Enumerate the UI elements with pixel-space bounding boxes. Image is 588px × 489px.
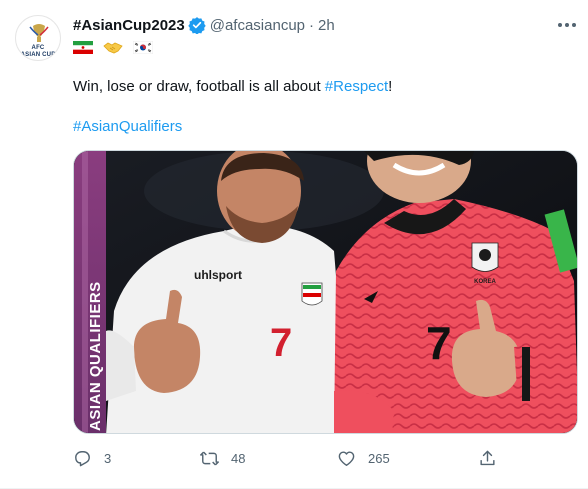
retweet-icon (200, 451, 219, 465)
tweet-text-end: ! (388, 78, 393, 95)
separator-dot: · (309, 16, 314, 34)
like-button[interactable]: 265 (337, 446, 390, 470)
right-crest-text: KOREA (474, 279, 496, 285)
tweet-timestamp[interactable]: 2h (318, 17, 335, 34)
avatar-label: AFC ASIAN CUP (20, 45, 56, 58)
reply-count: 3 (104, 450, 112, 466)
players-photo: ASIAN QUALIFIERS uhlsport 7 KOREA 7 (74, 151, 577, 433)
right-jersey-number: 7 (426, 317, 452, 369)
avatar[interactable]: AFC ASIAN CUP (15, 15, 61, 61)
south-korea-flag-icon (133, 40, 153, 54)
handshake-icon (103, 42, 123, 54)
tweet-photo[interactable]: ASIAN QUALIFIERS uhlsport 7 KOREA 7 (73, 150, 578, 434)
reply-icon (75, 450, 90, 466)
tweet-header: #AsianCup2023 @afcasiancup · 2h (73, 14, 335, 36)
banner-text: ASIAN QUALIFIERS (87, 281, 104, 431)
account-name[interactable]: #AsianCup2023 (73, 17, 185, 34)
more-options-icon[interactable] (555, 13, 579, 37)
like-count: 265 (368, 450, 390, 466)
jersey-brand: uhlsport (194, 268, 242, 282)
respect-hashtag-link[interactable]: #Respect (325, 78, 388, 95)
tweet[interactable]: AFC ASIAN CUP #AsianCup2023 @afcasiancup… (0, 0, 588, 489)
left-jersey-number: 7 (270, 321, 292, 365)
retweet-button[interactable]: 48 (200, 446, 245, 470)
iran-flag-icon (73, 40, 93, 54)
heart-icon (338, 450, 355, 466)
verified-badge-icon (188, 17, 206, 34)
tweet-text: Win, lose or draw, football is all about (73, 78, 325, 95)
share-button[interactable] (478, 446, 509, 470)
emoji-row (73, 38, 153, 56)
asianqualifiers-hashtag-link[interactable]: #AsianQualifiers (73, 118, 182, 135)
tweet-body: Win, lose or draw, football is all about… (73, 77, 392, 97)
account-handle[interactable]: @afcasiancup (210, 17, 305, 34)
tweet-actions: 3 48 265 (73, 446, 503, 470)
retweet-count: 48 (231, 450, 246, 466)
reply-button[interactable]: 3 (73, 446, 111, 470)
hashtag-line: #AsianQualifiers (73, 117, 182, 137)
share-icon (480, 450, 495, 465)
